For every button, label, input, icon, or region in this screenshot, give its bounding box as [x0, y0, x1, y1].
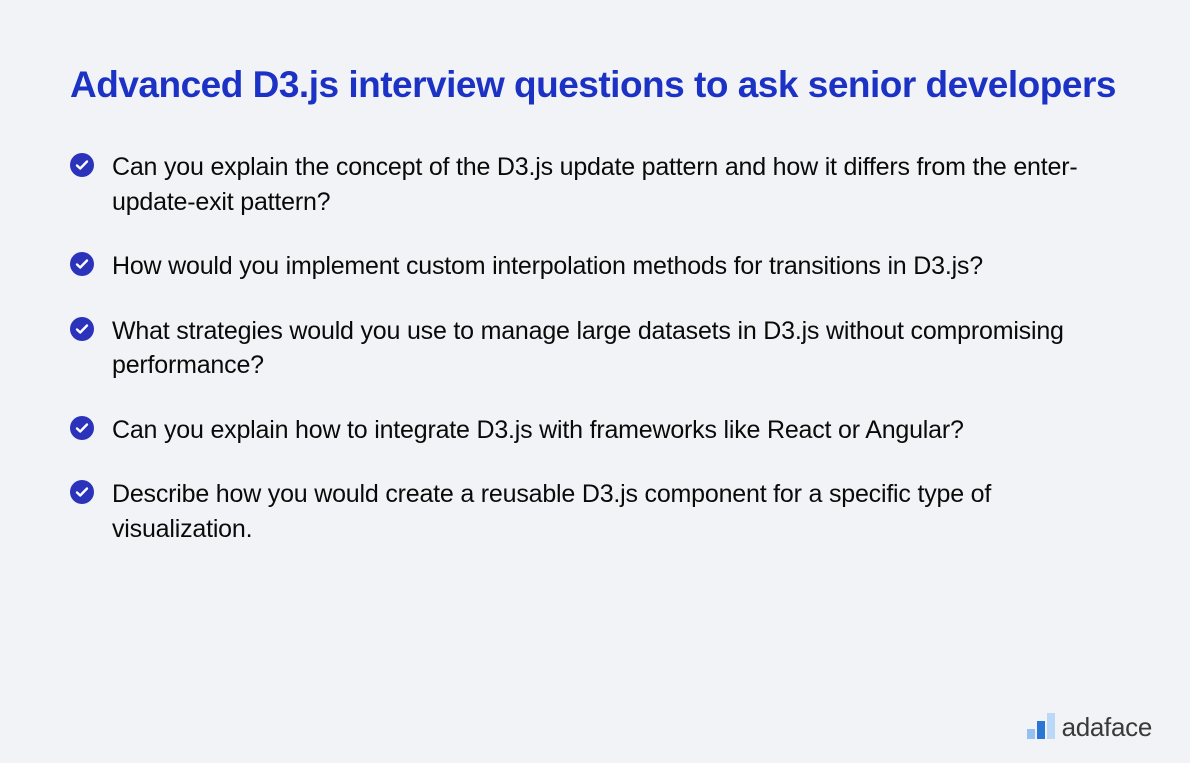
check-circle-icon — [70, 252, 94, 276]
question-text: Describe how you would create a reusable… — [112, 477, 1120, 546]
list-item: Can you explain the concept of the D3.js… — [70, 150, 1120, 219]
list-item: How would you implement custom interpola… — [70, 249, 1120, 284]
logo-bars-icon — [1027, 713, 1055, 739]
brand-name: adaface — [1062, 714, 1152, 740]
question-text: Can you explain how to integrate D3.js w… — [112, 413, 964, 448]
list-item: Can you explain how to integrate D3.js w… — [70, 413, 1120, 448]
page-title: Advanced D3.js interview questions to as… — [70, 62, 1120, 108]
question-text: How would you implement custom interpola… — [112, 249, 983, 284]
check-circle-icon — [70, 416, 94, 440]
check-circle-icon — [70, 317, 94, 341]
question-text: What strategies would you use to manage … — [112, 314, 1120, 383]
question-list: Can you explain the concept of the D3.js… — [70, 150, 1120, 546]
check-circle-icon — [70, 480, 94, 504]
list-item: Describe how you would create a reusable… — [70, 477, 1120, 546]
brand-logo: adaface — [1027, 713, 1152, 739]
list-item: What strategies would you use to manage … — [70, 314, 1120, 383]
question-text: Can you explain the concept of the D3.js… — [112, 150, 1120, 219]
check-circle-icon — [70, 153, 94, 177]
